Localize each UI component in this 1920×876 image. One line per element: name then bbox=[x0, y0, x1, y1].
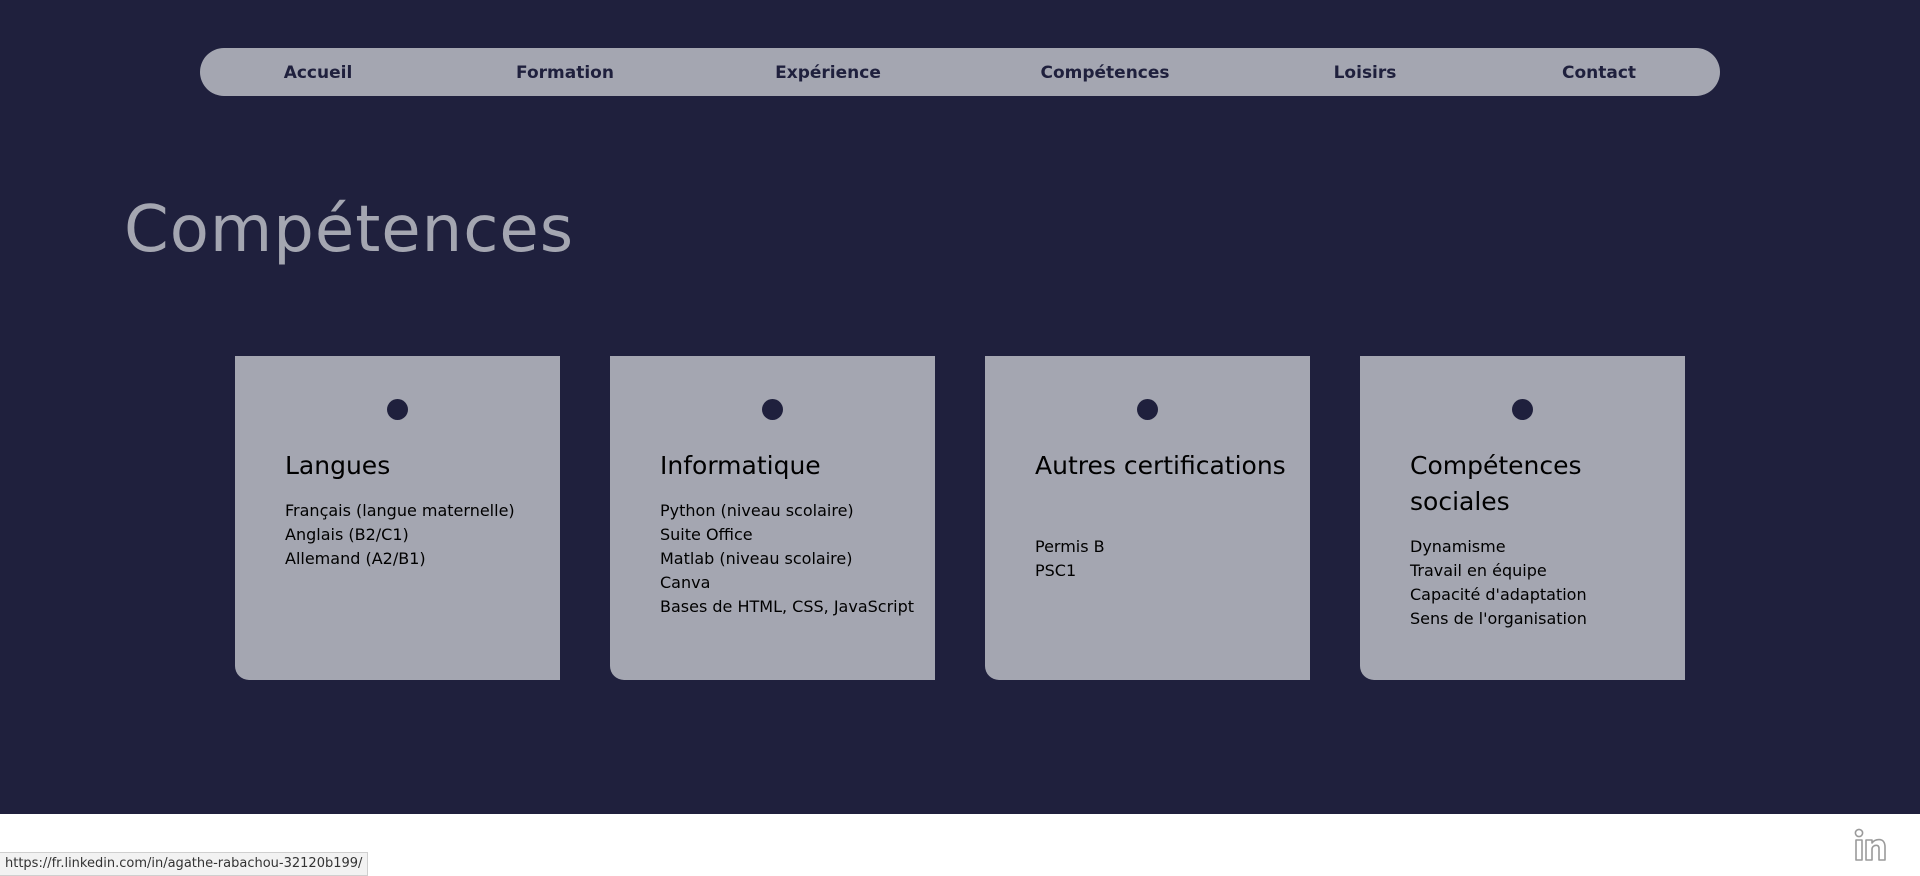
card-item-list: Français (langue maternelle) Anglais (B2… bbox=[285, 499, 550, 571]
list-item: Suite Office bbox=[660, 525, 753, 544]
nav-link-formation[interactable]: Formation bbox=[516, 48, 614, 96]
linkedin-glyph bbox=[1854, 828, 1886, 861]
status-bar-url: https://fr.linkedin.com/in/agathe-rabach… bbox=[0, 852, 369, 876]
card-autres-certifications: Autres certifications Permis B PSC1 bbox=[985, 356, 1310, 680]
list-item: Python (niveau scolaire) bbox=[660, 501, 854, 520]
list-item: Sens de l'organisation bbox=[1410, 609, 1587, 628]
card-item-list: Permis B PSC1 bbox=[1035, 535, 1300, 583]
list-item: Matlab (niveau scolaire) bbox=[660, 549, 853, 568]
nav-link-loisirs[interactable]: Loisirs bbox=[1334, 48, 1397, 96]
list-item: Permis B bbox=[1035, 537, 1105, 556]
skills-section: Accueil Formation Expérience Compétences… bbox=[0, 0, 1920, 814]
list-item: Anglais (B2/C1) bbox=[285, 525, 409, 544]
list-item: Canva bbox=[660, 573, 711, 592]
card-title: Autres certifications bbox=[1035, 451, 1286, 480]
nav-link-experience[interactable]: Expérience bbox=[775, 48, 881, 96]
list-item: Allemand (A2/B1) bbox=[285, 549, 426, 568]
top-navigation-bar: Accueil Formation Expérience Compétences… bbox=[200, 48, 1720, 96]
list-item: Dynamisme bbox=[1410, 537, 1506, 556]
card-title: Langues bbox=[285, 451, 391, 480]
card-informatique: Informatique Python (niveau scolaire) Su… bbox=[610, 356, 935, 680]
list-item: Français (langue maternelle) bbox=[285, 501, 515, 520]
card-langues: Langues Français (langue maternelle) Ang… bbox=[235, 356, 560, 680]
list-item: Travail en équipe bbox=[1410, 561, 1547, 580]
page-title: Compétences bbox=[124, 193, 575, 267]
list-item: PSC1 bbox=[1035, 561, 1077, 580]
card-bullet-dot bbox=[762, 399, 783, 420]
card-item-list: Python (niveau scolaire) Suite Office Ma… bbox=[660, 499, 925, 619]
card-title: Compétences sociales bbox=[1410, 451, 1582, 516]
card-competences-sociales: Compétences sociales Dynamisme Travail e… bbox=[1360, 356, 1685, 680]
card-bullet-dot bbox=[1512, 399, 1533, 420]
card-title: Informatique bbox=[660, 451, 821, 480]
list-item: Bases de HTML, CSS, JavaScript bbox=[660, 597, 915, 616]
card-bullet-dot bbox=[1137, 399, 1158, 420]
list-item: Capacité d'adaptation bbox=[1410, 585, 1587, 604]
nav-link-competences[interactable]: Compétences bbox=[1040, 48, 1169, 96]
linkedin-icon[interactable] bbox=[1852, 826, 1888, 862]
nav-link-contact[interactable]: Contact bbox=[1562, 48, 1636, 96]
card-bullet-dot bbox=[387, 399, 408, 420]
nav-link-accueil[interactable]: Accueil bbox=[284, 48, 353, 96]
card-item-list: Dynamisme Travail en équipe Capacité d'a… bbox=[1410, 535, 1675, 631]
